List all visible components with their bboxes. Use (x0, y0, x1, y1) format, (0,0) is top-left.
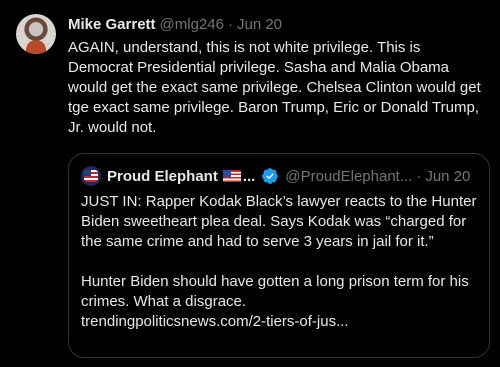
avatar[interactable] (16, 14, 56, 54)
quoted-author-name: Proud Elephant (107, 167, 218, 185)
tweet-date[interactable]: Jun 20 (237, 16, 282, 33)
tweet[interactable]: Mike Garrett @mlg246 · Jun 20 AGAIN, und… (0, 0, 500, 367)
tweet-text: AGAIN, understand, this is not white pri… (68, 39, 485, 136)
us-flag-icon (222, 170, 241, 182)
quoted-tweet[interactable]: Proud Elephant ... @ProudElephant... · J… (68, 153, 490, 358)
quoted-tweet-text: JUST IN: Rapper Kodak Black’s lawyer rea… (81, 193, 477, 330)
author-handle[interactable]: @mlg246 (160, 16, 224, 33)
tweet-header: Mike Garrett @mlg246 · Jun 20 (68, 14, 282, 34)
quoted-name-ellipsis: ... (242, 167, 256, 185)
quoted-tweet-header: Proud Elephant ... @ProudElephant... · J… (81, 166, 470, 186)
verified-badge-icon (262, 168, 279, 184)
quoted-tweet-date: Jun 20 (425, 167, 471, 185)
quoted-header-separator: · (416, 167, 422, 185)
quoted-author-handle: @ProudElephant... (285, 167, 413, 185)
header-separator: · (227, 15, 233, 33)
quoted-avatar (81, 166, 101, 186)
author-name[interactable]: Mike Garrett (68, 16, 156, 33)
